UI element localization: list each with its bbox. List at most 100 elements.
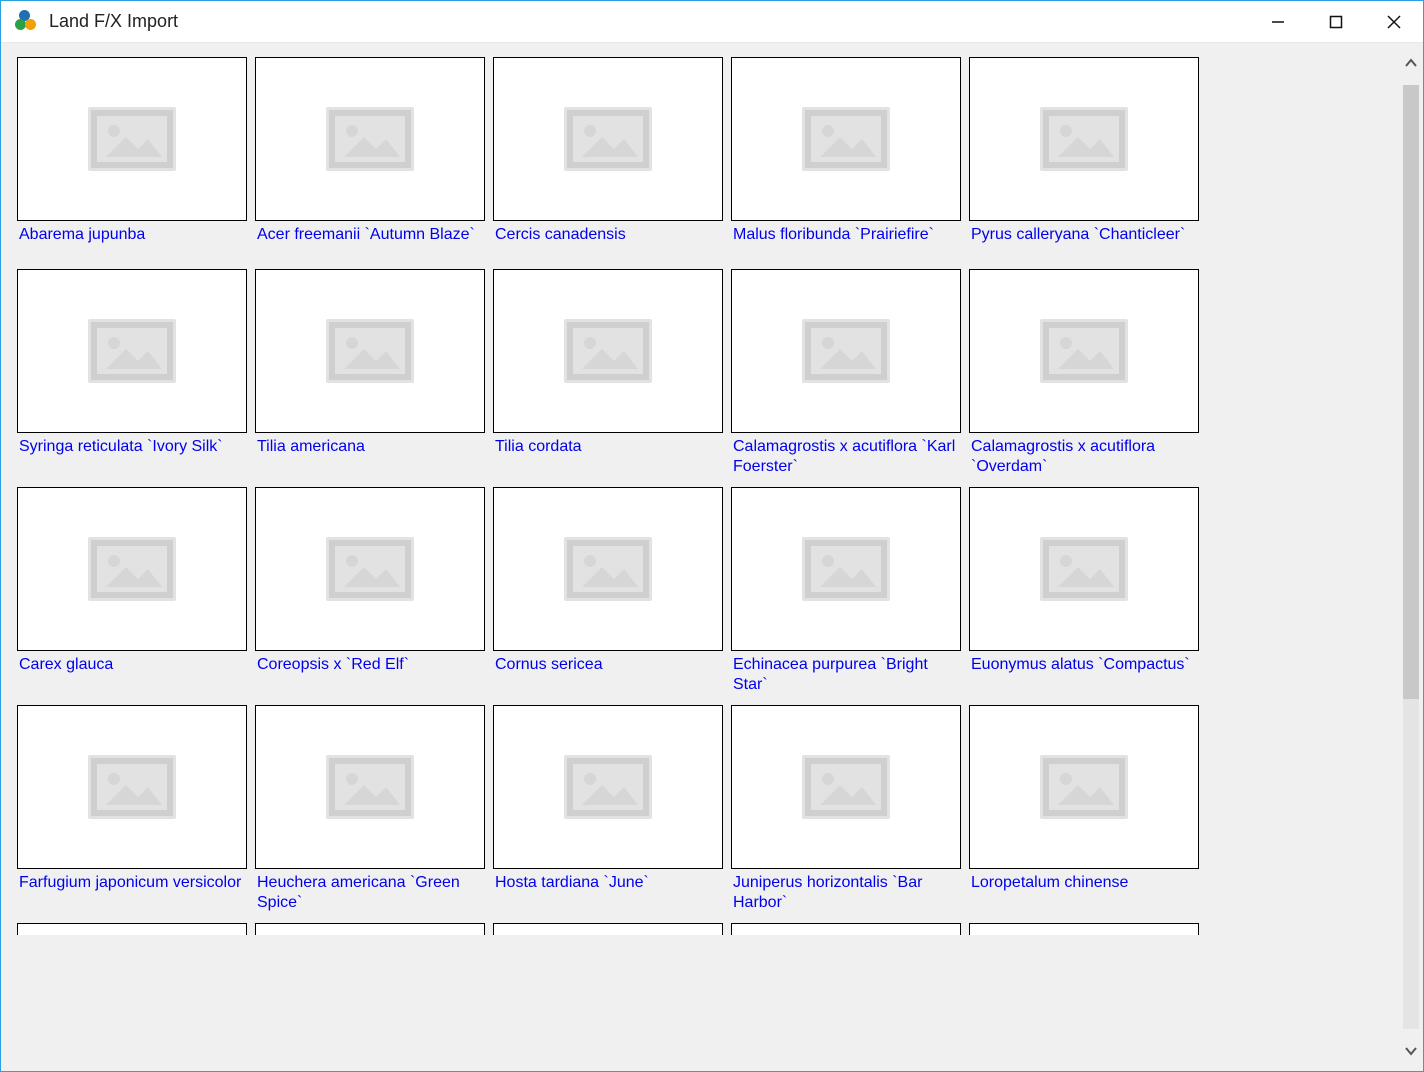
image-placeholder-icon — [798, 315, 894, 387]
scroll-down-button[interactable] — [1399, 1037, 1423, 1065]
thumbnail-peek — [17, 923, 247, 935]
thumbnail-placeholder[interactable] — [17, 487, 247, 651]
item-caption[interactable]: Tilia cordata — [493, 433, 723, 477]
thumbnail-placeholder[interactable] — [493, 269, 723, 433]
thumbnail-placeholder[interactable] — [17, 57, 247, 221]
thumbnail-placeholder[interactable] — [493, 705, 723, 869]
thumbnail-placeholder[interactable] — [731, 487, 961, 651]
close-button[interactable] — [1365, 1, 1423, 42]
grid-item[interactable]: Calamagrostis x acutiflora `Karl Foerste… — [731, 269, 961, 483]
image-placeholder-icon — [798, 751, 894, 823]
image-placeholder-icon — [798, 533, 894, 605]
window-controls — [1249, 1, 1423, 42]
scroll-track[interactable] — [1403, 85, 1419, 1029]
image-placeholder-icon — [322, 315, 418, 387]
grid-item[interactable]: Acer freemanii `Autumn Blaze` — [255, 57, 485, 265]
image-placeholder-icon — [1036, 103, 1132, 175]
grid-item[interactable]: Syringa reticulata `Ivory Silk` — [17, 269, 247, 483]
window-title: Land F/X Import — [49, 11, 178, 32]
next-row-peek — [17, 923, 1199, 935]
thumbnail-peek — [969, 923, 1199, 935]
grid-item[interactable]: Hosta tardiana `June` — [493, 705, 723, 919]
scroll-thumb[interactable] — [1403, 85, 1419, 699]
grid-item[interactable]: Cornus sericea — [493, 487, 723, 701]
window-frame: Land F/X Import Abarema jupunba Acer fre… — [0, 0, 1424, 1072]
grid-item[interactable]: Juniperus horizontalis `Bar Harbor` — [731, 705, 961, 919]
grid-item[interactable]: Echinacea purpurea `Bright Star` — [731, 487, 961, 701]
item-caption[interactable]: Hosta tardiana `June` — [493, 869, 723, 913]
titlebar[interactable]: Land F/X Import — [1, 1, 1423, 43]
image-placeholder-icon — [84, 533, 180, 605]
grid-item[interactable]: Coreopsis x `Red Elf` — [255, 487, 485, 701]
image-placeholder-icon — [1036, 533, 1132, 605]
item-caption[interactable]: Carex glauca — [17, 651, 247, 695]
item-caption[interactable]: Farfugium japonicum versicolor — [17, 869, 247, 913]
thumbnail-placeholder[interactable] — [255, 705, 485, 869]
client-area: Abarema jupunba Acer freemanii `Autumn B… — [1, 43, 1423, 1071]
item-caption[interactable]: Acer freemanii `Autumn Blaze` — [255, 221, 485, 265]
image-placeholder-icon — [322, 751, 418, 823]
thumbnail-placeholder[interactable] — [969, 269, 1199, 433]
thumbnail-peek — [255, 923, 485, 935]
item-caption[interactable]: Calamagrostis x acutiflora `Overdam` — [969, 433, 1199, 483]
thumbnail-placeholder[interactable] — [493, 487, 723, 651]
thumbnail-grid-wrap: Abarema jupunba Acer freemanii `Autumn B… — [1, 43, 1399, 1071]
item-caption[interactable]: Cornus sericea — [493, 651, 723, 695]
grid-item[interactable]: Heuchera americana `Green Spice` — [255, 705, 485, 919]
item-caption[interactable]: Pyrus calleryana `Chanticleer` — [969, 221, 1199, 265]
scroll-up-button[interactable] — [1399, 49, 1423, 77]
item-caption[interactable]: Cercis canadensis — [493, 221, 723, 265]
thumbnail-placeholder[interactable] — [969, 57, 1199, 221]
item-caption[interactable]: Tilia americana — [255, 433, 485, 477]
grid-item[interactable]: Tilia cordata — [493, 269, 723, 483]
image-placeholder-icon — [560, 751, 656, 823]
item-caption[interactable]: Euonymus alatus `Compactus` — [969, 651, 1199, 695]
thumbnail-placeholder[interactable] — [255, 57, 485, 221]
image-placeholder-icon — [1036, 751, 1132, 823]
item-caption[interactable]: Syringa reticulata `Ivory Silk` — [17, 433, 247, 477]
item-caption[interactable]: Abarema jupunba — [17, 221, 247, 265]
maximize-button[interactable] — [1307, 1, 1365, 42]
thumbnail-placeholder[interactable] — [17, 269, 247, 433]
grid-item[interactable]: Tilia americana — [255, 269, 485, 483]
item-caption[interactable]: Echinacea purpurea `Bright Star` — [731, 651, 961, 701]
vertical-scrollbar[interactable] — [1399, 43, 1423, 1071]
grid-item[interactable]: Loropetalum chinense — [969, 705, 1199, 919]
grid-item[interactable]: Calamagrostis x acutiflora `Overdam` — [969, 269, 1199, 483]
thumbnail-placeholder[interactable] — [731, 57, 961, 221]
thumbnail-placeholder[interactable] — [731, 705, 961, 869]
grid-item[interactable]: Farfugium japonicum versicolor — [17, 705, 247, 919]
thumbnail-placeholder[interactable] — [493, 57, 723, 221]
item-caption[interactable]: Loropetalum chinense — [969, 869, 1199, 913]
grid-item[interactable]: Cercis canadensis — [493, 57, 723, 265]
image-placeholder-icon — [560, 533, 656, 605]
thumbnail-placeholder[interactable] — [969, 487, 1199, 651]
thumbnail-placeholder[interactable] — [969, 705, 1199, 869]
item-caption[interactable]: Malus floribunda `Prairiefire` — [731, 221, 961, 265]
thumbnail-grid: Abarema jupunba Acer freemanii `Autumn B… — [17, 57, 1391, 935]
item-caption[interactable]: Calamagrostis x acutiflora `Karl Foerste… — [731, 433, 961, 483]
grid-item[interactable]: Euonymus alatus `Compactus` — [969, 487, 1199, 701]
image-placeholder-icon — [798, 103, 894, 175]
app-icon — [15, 10, 39, 34]
item-caption[interactable]: Coreopsis x `Red Elf` — [255, 651, 485, 695]
thumbnail-peek — [493, 923, 723, 935]
image-placeholder-icon — [560, 315, 656, 387]
thumbnail-placeholder[interactable] — [17, 705, 247, 869]
thumbnail-placeholder[interactable] — [731, 269, 961, 433]
image-placeholder-icon — [84, 315, 180, 387]
image-placeholder-icon — [322, 103, 418, 175]
item-caption[interactable]: Heuchera americana `Green Spice` — [255, 869, 485, 919]
image-placeholder-icon — [1036, 315, 1132, 387]
grid-item[interactable]: Carex glauca — [17, 487, 247, 701]
grid-item[interactable]: Malus floribunda `Prairiefire` — [731, 57, 961, 265]
grid-item[interactable]: Abarema jupunba — [17, 57, 247, 265]
thumbnail-placeholder[interactable] — [255, 487, 485, 651]
image-placeholder-icon — [84, 751, 180, 823]
thumbnail-placeholder[interactable] — [255, 269, 485, 433]
grid-item[interactable]: Pyrus calleryana `Chanticleer` — [969, 57, 1199, 265]
image-placeholder-icon — [560, 103, 656, 175]
minimize-button[interactable] — [1249, 1, 1307, 42]
item-caption[interactable]: Juniperus horizontalis `Bar Harbor` — [731, 869, 961, 919]
image-placeholder-icon — [84, 103, 180, 175]
